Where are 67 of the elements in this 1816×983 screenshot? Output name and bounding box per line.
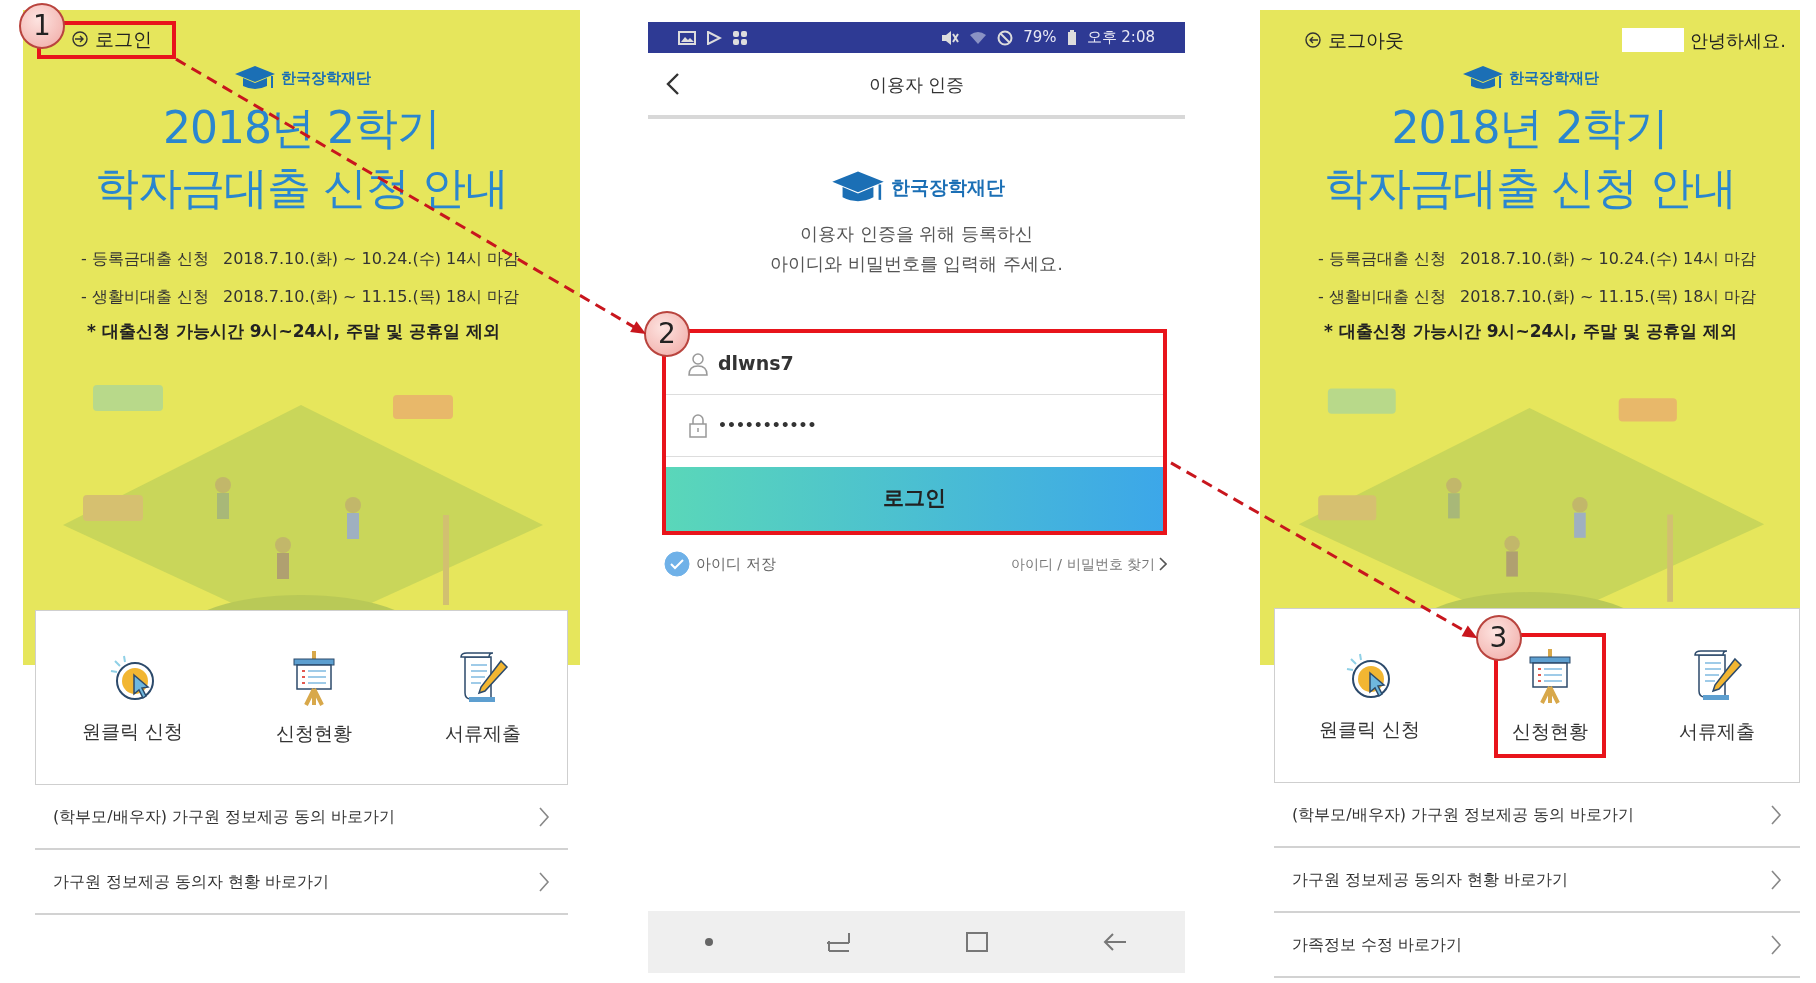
shortcut-link[interactable]: 가구원 정보제공 동의자 현황 바로가기 (1292, 867, 1569, 892)
greeting-text: 안녕하세요. (1690, 28, 1786, 53)
mute-icon (941, 29, 960, 46)
back-chevron-icon (666, 72, 680, 97)
wifi-icon (969, 30, 988, 45)
back-arrow-icon (1102, 932, 1129, 952)
step-number-badge: 2 (644, 311, 690, 357)
headline: 2018년 2학기 (162, 101, 441, 155)
menu-item[interactable]: 서류제출 (1665, 637, 1770, 754)
username-field[interactable]: dlwns7 (718, 345, 1018, 382)
shortcut-link[interactable]: 가족정보 수정 바로가기 (1292, 932, 1463, 957)
headline: 학자금대출 신청 안내 (94, 161, 509, 215)
chevron-right-icon (1770, 868, 1782, 891)
logo-text: 한국장학재단 (280, 67, 371, 89)
chevron-right-icon (538, 870, 550, 893)
notice-text: * 대출신청 가능시간 9시~24시, 주말 및 공휴일 제외 (1323, 320, 1738, 343)
clock-time: 오후 2:08 (1086, 27, 1155, 49)
notice-text: * 대출신청 가능시간 9시~24시, 주말 및 공휴일 제외 (86, 320, 501, 343)
schedule-label: - 생활비대출 신청 (1318, 287, 1446, 306)
dot-icon (704, 938, 713, 946)
schedule-period: 2018.7.10.(화) ~ 11.15.(목) 18시 마감 (1459, 287, 1757, 306)
easel-icon (290, 651, 338, 708)
schedule-label: - 생활비대출 신청 (81, 287, 209, 306)
back-button[interactable] (666, 71, 680, 97)
schedule-label: - 등록금대출 신청 (81, 249, 209, 268)
logo-text: 한국장학재단 (1509, 67, 1599, 89)
login-button[interactable]: 로그인 (666, 467, 1163, 531)
headline: 2018년 2학기 (1390, 101, 1670, 155)
logout-link[interactable]: 로그아웃 (1302, 25, 1424, 55)
menu-item[interactable]: 신청현황 (262, 639, 366, 756)
shortcut-link[interactable]: (학부모/배우자) 가구원 정보제공 동의 바로가기 (1292, 802, 1635, 827)
blocked-icon (997, 29, 1014, 46)
login-icon (71, 30, 89, 49)
lock-icon (688, 413, 708, 438)
instruction-text: 아이디와 비밀번호를 입력해 주세요. (769, 252, 1064, 276)
battery-level: 79% (1023, 27, 1057, 49)
login-link[interactable]: 로그인 (69, 24, 172, 54)
shortcut-link[interactable]: (학부모/배우자) 가구원 정보제공 동의 바로가기 (53, 804, 396, 829)
chevron-right-icon (1159, 557, 1167, 571)
chevron-right-icon (538, 805, 550, 828)
menu-item[interactable]: 원클릭 신청 (1304, 639, 1434, 752)
step-number-badge: 3 (1475, 615, 1522, 662)
chevron-right-icon (1770, 933, 1782, 956)
instruction-text: 이용자 인증을 위해 등록하신 (798, 222, 1035, 246)
schedule-period: 2018.7.10.(화) ~ 11.15.(목) 18시 마감 (222, 287, 520, 306)
gallery-icon (678, 30, 696, 45)
logout-icon (1304, 31, 1322, 49)
person-icon (688, 351, 708, 376)
menu-item[interactable]: 원클릭 신청 (68, 641, 198, 754)
apps-icon (732, 29, 748, 46)
password-field[interactable]: ••••••••••• (718, 411, 1018, 440)
headline: 학자금대출 신청 안내 (1322, 161, 1738, 215)
battery-icon (1066, 29, 1077, 46)
shortcut-link[interactable]: 가구원 정보제공 동의자 현황 바로가기 (53, 869, 330, 894)
recent-apps-icon (825, 931, 852, 953)
graduation-cap-icon (1461, 64, 1505, 92)
menu-item[interactable]: 서류제출 (430, 639, 535, 756)
schedule-period: 2018.7.10.(화) ~ 10.24.(수) 14시 마감 (1459, 249, 1757, 268)
home-icon (965, 931, 990, 953)
logo-text: 한국장학재단 (890, 174, 1005, 200)
screen-title: 이용자 인증 (867, 72, 966, 97)
step-number-badge: 1 (19, 2, 65, 49)
chevron-right-icon (1770, 803, 1782, 826)
schedule-label: - 등록금대출 신청 (1318, 249, 1446, 268)
play-icon (706, 30, 722, 45)
remember-id-checkbox[interactable]: 아이디 저장 (664, 551, 776, 577)
find-account-link[interactable]: 아이디 / 비밀번호 찾기 (1010, 553, 1167, 575)
